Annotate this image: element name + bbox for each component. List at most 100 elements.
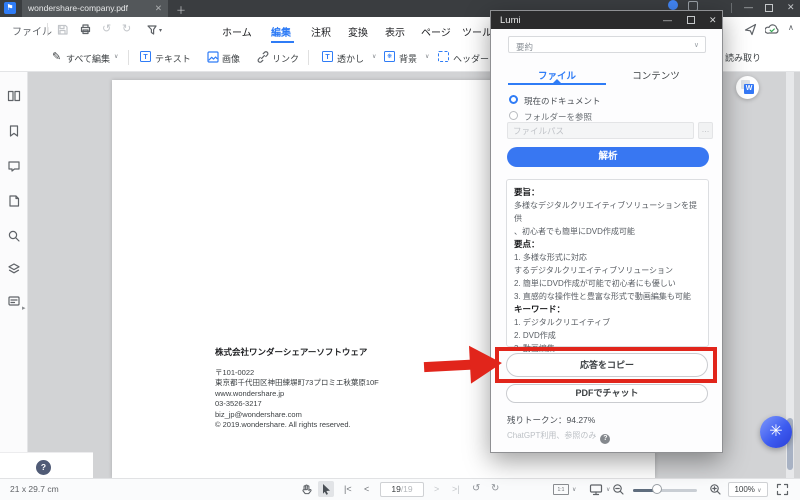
bookmark-icon[interactable]	[7, 124, 21, 138]
vertical-scrollbar[interactable]	[786, 72, 794, 478]
lumi-minimize-button[interactable]: —	[663, 15, 672, 25]
analyze-button[interactable]: 解析	[507, 147, 709, 167]
search-icon[interactable]	[7, 229, 21, 243]
thumbnails-icon[interactable]	[7, 89, 21, 103]
lumi-close-button[interactable]: ✕	[709, 15, 717, 25]
read-mode-label[interactable]: 読み取り	[725, 51, 761, 64]
text-tool-button[interactable]: テキスト	[155, 52, 191, 65]
page-current[interactable]: 19	[391, 484, 400, 494]
zoom-slider-track[interactable]	[633, 488, 697, 492]
undo-icon[interactable]: ↺	[102, 22, 111, 35]
window-restore-button[interactable]	[765, 3, 773, 16]
redo-icon[interactable]: ↻	[122, 22, 131, 35]
collapse-toolbar-icon[interactable]: ∧	[788, 23, 794, 32]
attachment-icon[interactable]	[7, 194, 21, 208]
active-tab-underline	[508, 83, 606, 85]
radio-current-document[interactable]	[509, 95, 518, 104]
convert-to-word-button[interactable]: W	[736, 76, 759, 99]
page-size-label: 21 x 29.7 cm	[10, 484, 59, 494]
help-button[interactable]: ?	[36, 460, 51, 475]
comment-icon[interactable]	[7, 159, 21, 173]
background-dropdown-icon[interactable]: ∨	[425, 53, 429, 60]
account-avatar[interactable]	[668, 0, 678, 10]
layers-icon[interactable]	[7, 262, 21, 276]
header-tool-icon	[438, 51, 449, 62]
new-tab-button[interactable]: ＋	[176, 2, 186, 17]
actual-size-icon[interactable]: 1:1	[553, 484, 569, 495]
rotate-right-icon[interactable]: ↻	[491, 483, 499, 494]
next-page-button[interactable]: >	[434, 484, 439, 494]
hand-tool-icon[interactable]	[300, 483, 314, 497]
edit-all-button[interactable]: すべて編集	[66, 52, 110, 65]
menu-tab-tool[interactable]: ツール	[462, 24, 492, 39]
fit-screen-dropdown-icon[interactable]: ∨	[606, 486, 610, 493]
chevron-down-icon: ∨	[693, 42, 699, 49]
image-tool-button[interactable]: 画像	[222, 52, 240, 65]
prev-page-button[interactable]: <	[364, 484, 369, 494]
file-menu[interactable]: ファイル	[12, 23, 52, 38]
tokens-remaining: 残りトークン：94.27%	[507, 415, 596, 425]
lumi-maximize-button[interactable]	[687, 16, 695, 26]
actual-size-dropdown-icon[interactable]: ∨	[572, 486, 576, 493]
window-minimize-button[interactable]: —	[744, 1, 753, 14]
browse-button[interactable]: …	[698, 122, 713, 139]
zoom-out-icon[interactable]	[612, 483, 625, 496]
page-number-box[interactable]: 19/19	[380, 481, 424, 497]
filepath-input[interactable]	[507, 122, 694, 139]
expand-panel-icon[interactable]: ▸	[22, 304, 26, 312]
menu-tab-edit[interactable]: 編集	[271, 24, 291, 39]
mode-select[interactable]: 要約 ∨	[508, 36, 706, 53]
background-tool-button[interactable]: 背景	[399, 52, 417, 65]
edit-all-dropdown-icon[interactable]: ∨	[114, 53, 118, 60]
menu-tab-convert[interactable]: 変換	[348, 24, 368, 39]
form-field-icon[interactable]	[7, 294, 21, 308]
select-tool-dropdown-icon[interactable]: ▾	[159, 27, 162, 34]
save-icon[interactable]	[56, 23, 69, 36]
link-tool-button[interactable]: リンク	[272, 52, 299, 65]
select-tool-icon[interactable]	[146, 24, 158, 36]
select-tool-active[interactable]	[318, 481, 334, 497]
summary-label: 要旨：	[514, 187, 540, 197]
background-tool-icon: ❋	[384, 51, 395, 62]
status-bar: 21 x 29.7 cm |< < 19/19 > >| ↺ ↻ 1:1 ∨ ∨…	[0, 478, 800, 500]
menu-tab-home[interactable]: ホーム	[222, 24, 252, 39]
watermark-tool-button[interactable]: 透かし	[337, 52, 364, 65]
fullscreen-icon[interactable]	[776, 483, 789, 496]
left-panel-bar: ▸	[0, 72, 28, 478]
doc-address-block: 〒101-0022 東京都千代田区神田練塀町73プロミエ秋葉原10F www.w…	[215, 368, 379, 430]
zoom-in-icon[interactable]	[709, 483, 722, 496]
doc-line: biz_jp@wondershare.com	[215, 409, 302, 419]
summary-line: 、初心者でも簡単にDVD作成可能	[514, 227, 635, 236]
tab-content[interactable]: コンテンツ	[616, 68, 696, 82]
tab-close-icon[interactable]: ✕	[155, 0, 162, 17]
menu-tab-comment[interactable]: 注釈	[311, 24, 331, 39]
keywords-label: キーワード：	[514, 304, 566, 314]
copy-response-button[interactable]: 応答をコピー	[506, 353, 708, 377]
zoom-level-select[interactable]: 100% ∨	[728, 481, 768, 497]
zoom-slider-handle[interactable]	[652, 484, 662, 494]
divider	[128, 50, 129, 65]
cloud-sync-icon[interactable]	[765, 23, 779, 36]
window-close-button[interactable]: ✕	[787, 1, 795, 14]
radio-browse-folder[interactable]	[509, 111, 518, 120]
point-line: 3. 直感的な操作性と豊富な形式で動画編集も可能	[514, 292, 691, 301]
print-icon[interactable]	[79, 23, 92, 36]
header-tool-button[interactable]: ヘッダー	[453, 52, 489, 65]
fit-screen-icon[interactable]	[589, 483, 603, 496]
first-page-button[interactable]: |<	[344, 484, 352, 494]
image-tool-icon	[207, 51, 219, 63]
info-question-icon[interactable]: ?	[600, 434, 611, 444]
arrow-head	[468, 344, 503, 384]
menu-tab-page[interactable]: ページ	[421, 24, 451, 39]
share-icon[interactable]	[744, 23, 757, 36]
last-page-button[interactable]: >|	[452, 484, 460, 494]
document-tab[interactable]: wondershare-company.pdf ✕	[22, 0, 168, 17]
lumi-title-bar[interactable]: Lumi — ✕	[491, 11, 722, 29]
arrow-shaft	[423, 359, 473, 373]
chat-with-pdf-button[interactable]: PDFでチャット	[506, 384, 708, 403]
rotate-left-icon[interactable]: ↺	[472, 483, 480, 494]
watermark-dropdown-icon[interactable]: ∨	[372, 53, 376, 60]
menu-tab-view[interactable]: 表示	[385, 24, 405, 39]
lumi-ai-button[interactable]: ✳	[760, 416, 792, 448]
divider	[47, 23, 48, 36]
